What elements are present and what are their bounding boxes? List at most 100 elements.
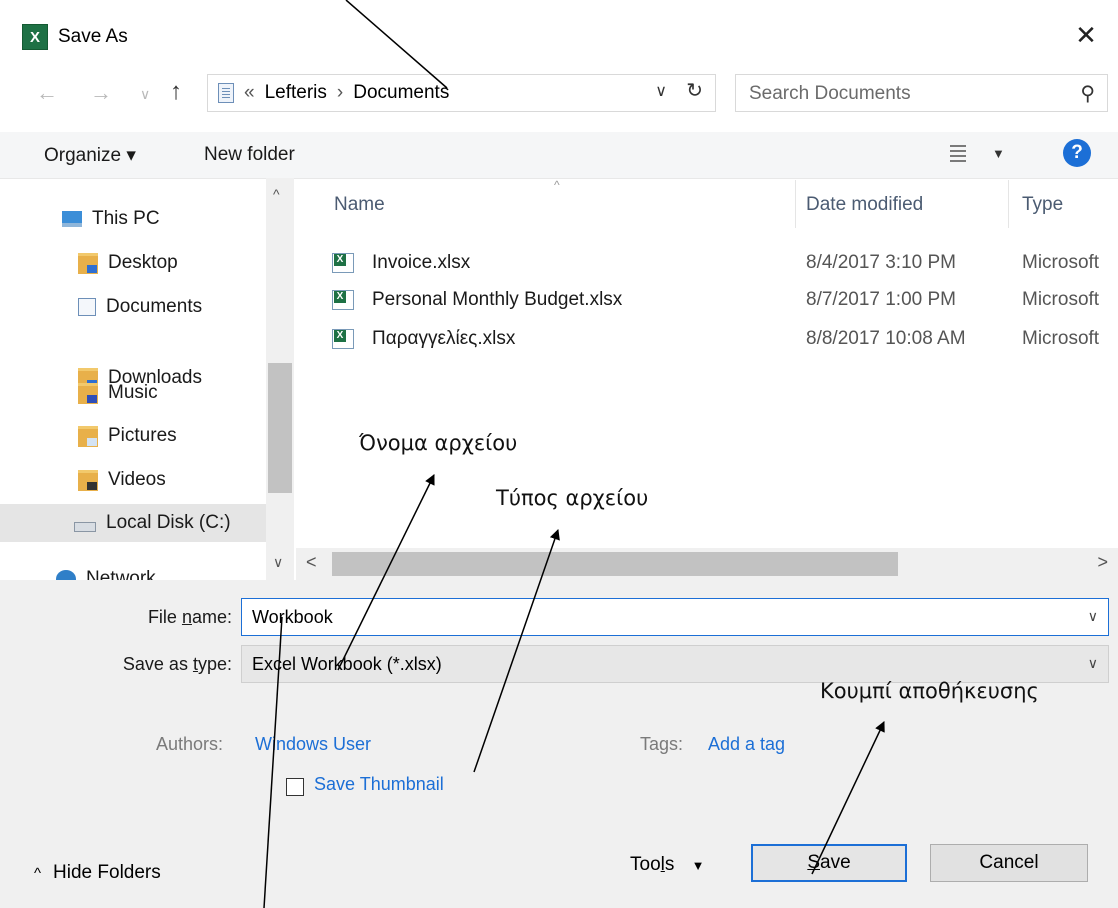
file-date: 8/8/2017 10:08 AM bbox=[806, 328, 966, 349]
save-as-type-label: Save as type: bbox=[122, 654, 232, 674]
sidebar-item-pictures[interactable]: Pictures bbox=[78, 417, 177, 455]
sidebar-item-documents[interactable]: Documents bbox=[78, 288, 202, 326]
sidebar-item-videos[interactable]: Videos bbox=[78, 461, 166, 499]
sidebar-item-label: Videos bbox=[108, 469, 166, 490]
file-name: Παραγγελίες.xlsx bbox=[372, 328, 516, 349]
save-thumbnail-checkbox[interactable] bbox=[286, 778, 304, 796]
command-toolbar: Organize ▾ New folder ▼ ? bbox=[0, 132, 1118, 179]
authors-value[interactable]: Windows User bbox=[255, 734, 371, 755]
file-row[interactable]: Personal Monthly Budget.xlsx 8/7/2017 1:… bbox=[330, 285, 1118, 319]
file-name: Personal Monthly Budget.xlsx bbox=[372, 289, 623, 310]
address-dropdown-icon[interactable]: ∨ bbox=[655, 81, 667, 101]
sidebar-item-desktop[interactable]: Desktop bbox=[78, 244, 178, 282]
address-bar[interactable]: « Lefteris › Documents ∨ ↻ bbox=[207, 74, 716, 112]
breadcrumb-separator: › bbox=[336, 82, 344, 103]
excel-icon: X bbox=[22, 24, 48, 50]
sidebar-item-network[interactable]: Network bbox=[56, 560, 156, 580]
file-list-horizontal-scrollbar[interactable]: < > bbox=[296, 548, 1118, 580]
file-date: 8/7/2017 1:00 PM bbox=[806, 289, 956, 310]
music-folder-icon bbox=[78, 382, 98, 404]
sort-indicator-icon: ^ bbox=[554, 178, 560, 192]
computer-icon bbox=[62, 211, 82, 227]
save-button[interactable]: Save bbox=[751, 844, 907, 882]
search-icon[interactable]: ⚲ bbox=[1080, 81, 1095, 106]
organize-menu[interactable]: Organize ▾ bbox=[44, 144, 136, 167]
file-row[interactable]: Invoice.xlsx 8/4/2017 3:10 PM Microsoft bbox=[330, 248, 1118, 282]
sidebar-item-label: Network bbox=[86, 568, 156, 580]
tags-label: Tags: bbox=[640, 734, 684, 754]
close-button[interactable]: ✕ bbox=[1068, 18, 1104, 52]
help-icon[interactable]: ? bbox=[1063, 139, 1091, 167]
file-type: Microsoft bbox=[1022, 252, 1100, 273]
scrollbar-thumb[interactable] bbox=[268, 363, 292, 493]
excel-file-icon bbox=[332, 290, 354, 310]
local-disk-icon bbox=[74, 522, 96, 532]
title-bar: X Save As bbox=[22, 22, 128, 52]
column-header-name[interactable]: Name bbox=[334, 194, 385, 216]
sidebar-item-local-disk[interactable]: Local Disk (C:) bbox=[0, 504, 266, 542]
scrollbar-thumb[interactable] bbox=[332, 552, 898, 576]
hide-folders-label: Hide Folders bbox=[53, 862, 161, 883]
tools-dropdown-icon[interactable]: ▼ bbox=[692, 858, 705, 873]
pictures-folder-icon bbox=[78, 425, 98, 447]
desktop-folder-icon bbox=[78, 252, 98, 274]
recent-locations-icon[interactable]: ∨ bbox=[140, 86, 150, 103]
up-arrow-icon[interactable]: ↑ bbox=[170, 78, 182, 106]
scroll-right-icon[interactable]: > bbox=[1097, 552, 1108, 573]
navigation-pane-scrollbar[interactable]: ^ ∨ bbox=[266, 178, 294, 580]
forward-arrow-icon[interactable]: → bbox=[90, 80, 112, 106]
sidebar-item-label: This PC bbox=[92, 208, 160, 229]
videos-folder-icon bbox=[78, 469, 98, 491]
save-thumbnail-label[interactable]: Save Thumbnail bbox=[314, 774, 444, 795]
scroll-up-icon[interactable]: ^ bbox=[273, 186, 280, 202]
network-icon bbox=[56, 570, 76, 580]
file-name: Invoice.xlsx bbox=[372, 252, 471, 273]
save-as-type-select[interactable]: Excel Workbook (*.xlsx) ∨ bbox=[241, 645, 1109, 683]
breadcrumb-lefteris[interactable]: Lefteris bbox=[265, 82, 327, 104]
chevron-up-icon: ^ bbox=[34, 865, 42, 882]
file-name-input[interactable]: Workbook ∨ bbox=[241, 598, 1109, 636]
excel-file-icon bbox=[332, 253, 354, 273]
chevron-down-icon[interactable]: ∨ bbox=[1088, 608, 1098, 625]
annotation-file-type: Τύπος αρχείου bbox=[496, 486, 649, 510]
back-arrow-icon[interactable]: ← bbox=[36, 80, 58, 106]
annotation-file-name: Όνομα αρχείου bbox=[359, 431, 518, 455]
breadcrumb-documents[interactable]: Documents bbox=[353, 82, 449, 104]
documents-folder-icon bbox=[78, 298, 96, 316]
window-title: Save As bbox=[58, 26, 128, 47]
sidebar-item-label: Desktop bbox=[108, 252, 178, 273]
file-type: Microsoft bbox=[1022, 328, 1100, 349]
view-options-icon[interactable] bbox=[950, 145, 966, 163]
column-divider[interactable] bbox=[1008, 180, 1009, 228]
tools-menu[interactable]: Tools ▼ bbox=[630, 854, 705, 876]
column-header-date-modified[interactable]: Date modified bbox=[806, 194, 923, 216]
scroll-down-icon[interactable]: ∨ bbox=[273, 554, 283, 571]
file-type: Microsoft bbox=[1022, 289, 1100, 310]
sidebar-item-this-pc[interactable]: This PC bbox=[62, 200, 160, 238]
refresh-icon[interactable]: ↻ bbox=[686, 78, 703, 103]
save-as-dialog: X Save As ✕ ← → ∨ ↑ « Lefteris › Documen… bbox=[0, 0, 1118, 908]
cancel-button[interactable]: Cancel bbox=[930, 844, 1088, 882]
tags-value[interactable]: Add a tag bbox=[708, 734, 785, 755]
new-folder-button[interactable]: New folder bbox=[204, 144, 295, 166]
column-header-type[interactable]: Type bbox=[1022, 194, 1063, 216]
navigation-pane: This PC Desktop Documents Downloads Musi… bbox=[0, 178, 296, 580]
file-date: 8/4/2017 3:10 PM bbox=[806, 252, 956, 273]
scroll-left-icon[interactable]: < bbox=[306, 552, 317, 573]
save-as-type-value[interactable]: Excel Workbook (*.xlsx) bbox=[252, 654, 442, 675]
overflow-chevron[interactable]: « bbox=[244, 82, 255, 104]
sidebar-item-label: Pictures bbox=[108, 425, 177, 446]
view-dropdown-icon[interactable]: ▼ bbox=[992, 146, 1005, 161]
file-name-value[interactable]: Workbook bbox=[252, 607, 333, 628]
chevron-down-icon[interactable]: ∨ bbox=[1088, 655, 1098, 672]
sidebar-item-music[interactable]: Music bbox=[78, 374, 158, 412]
sidebar-item-label: Documents bbox=[106, 296, 203, 317]
search-box[interactable]: Search Documents ⚲ bbox=[735, 74, 1108, 112]
search-placeholder[interactable]: Search Documents bbox=[749, 83, 911, 105]
sidebar-item-label: Music bbox=[108, 382, 158, 403]
column-divider[interactable] bbox=[795, 180, 796, 228]
hide-folders-button[interactable]: ^ Hide Folders bbox=[34, 862, 161, 884]
documents-folder-icon bbox=[218, 83, 234, 103]
annotation-save-button: Κουμπί αποθήκευσης bbox=[820, 679, 1039, 703]
file-row[interactable]: Παραγγελίες.xlsx 8/8/2017 10:08 AM Micro… bbox=[330, 324, 1118, 358]
